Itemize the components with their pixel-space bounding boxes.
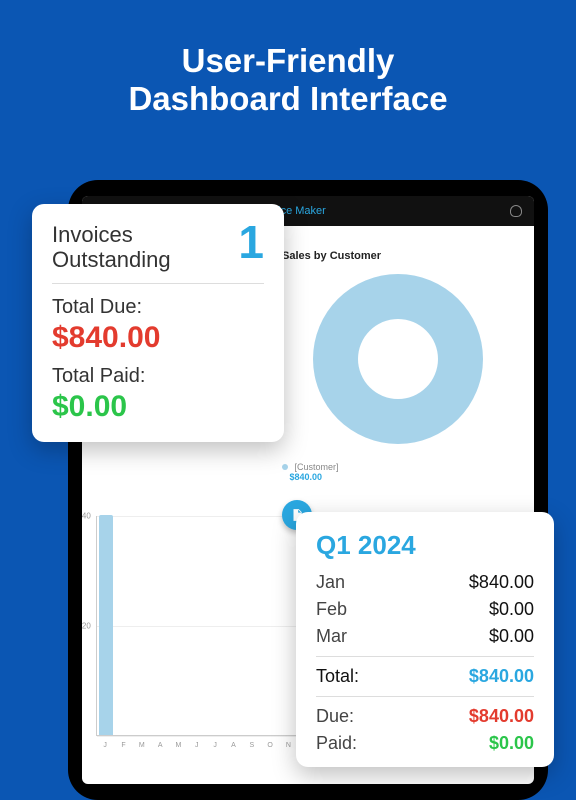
x-tick: M <box>133 742 151 749</box>
total-paid-value: $0.00 <box>52 390 264 424</box>
divider <box>316 696 534 697</box>
month-value: $0.00 <box>489 626 534 647</box>
quarter-month-row: Jan $840.00 <box>316 569 534 596</box>
y-tick: $840 <box>82 512 91 521</box>
divider <box>52 283 264 284</box>
x-tick: A <box>151 742 169 749</box>
bar <box>99 515 113 735</box>
x-tick: J <box>206 742 224 749</box>
x-tick: J <box>188 742 206 749</box>
legend-amount: $840.00 <box>290 472 323 482</box>
quarter-month-row: Feb $0.00 <box>316 596 534 623</box>
donut-chart-wrap <box>282 274 514 444</box>
quarter-due-row: Due: $840.00 <box>316 703 534 730</box>
y-tick: $420 <box>82 622 91 631</box>
quarter-total-value: $840.00 <box>469 666 534 687</box>
monthly-bar-chart: $0$420$840 JFMAMJJASOND <box>96 516 316 776</box>
sales-title: Sales by Customer <box>282 250 514 262</box>
quarter-total-label: Total: <box>316 666 359 687</box>
donut-chart <box>313 274 483 444</box>
quarter-title: Q1 2024 <box>316 530 534 561</box>
x-tick: O <box>261 742 279 749</box>
x-tick: J <box>96 742 114 749</box>
quarter-due-value: $840.00 <box>469 706 534 727</box>
quarter-total-row: Total: $840.00 <box>316 663 534 690</box>
quarter-summary-card: Q1 2024 Jan $840.00 Feb $0.00 Mar $0.00 Total… <box>296 512 554 767</box>
quarter-paid-value: $0.00 <box>489 733 534 754</box>
legend-customer: [Customer] <box>295 462 339 472</box>
quarter-due-label: Due: <box>316 706 354 727</box>
headline-line1: User-Friendly <box>0 42 576 80</box>
total-paid-label: Total Paid: <box>52 365 264 388</box>
quarter-paid-label: Paid: <box>316 733 357 754</box>
divider <box>316 656 534 657</box>
x-tick: M <box>169 742 187 749</box>
quarter-month-row: Mar $0.00 <box>316 623 534 650</box>
legend-dot-icon <box>282 464 288 470</box>
quarter-paid-row: Paid: $0.00 <box>316 730 534 757</box>
month-label: Jan <box>316 572 345 593</box>
total-due-value: $840.00 <box>52 321 264 355</box>
x-tick: N <box>279 742 297 749</box>
donut-legend: [Customer] $840.00 <box>282 462 514 482</box>
invoices-label: InvoicesOutstanding <box>52 222 171 273</box>
total-due-label: Total Due: <box>52 296 264 319</box>
month-label: Feb <box>316 599 347 620</box>
headline-line2: Dashboard Interface <box>0 80 576 118</box>
month-value: $0.00 <box>489 599 534 620</box>
bell-icon[interactable] <box>510 205 522 217</box>
x-tick: A <box>224 742 242 749</box>
x-tick: S <box>243 742 261 749</box>
invoices-count: 1 <box>238 222 264 263</box>
marketing-headline: User-Friendly Dashboard Interface <box>0 0 576 118</box>
month-label: Mar <box>316 626 347 647</box>
x-tick: F <box>114 742 132 749</box>
invoices-outstanding-card: InvoicesOutstanding 1 Total Due: $840.00… <box>32 204 284 442</box>
month-value: $840.00 <box>469 572 534 593</box>
